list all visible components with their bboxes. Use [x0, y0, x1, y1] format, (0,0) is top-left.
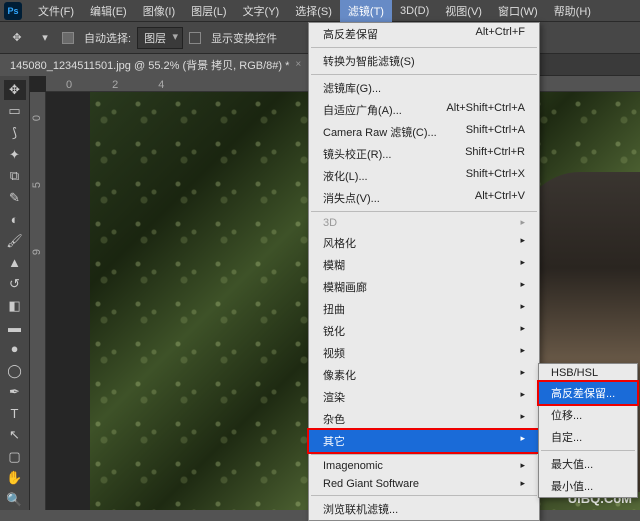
filter-other[interactable]: 其它	[309, 430, 539, 452]
menu-image[interactable]: 图像(I)	[135, 0, 183, 22]
transform-checkbox[interactable]	[189, 32, 201, 44]
auto-select-label: 自动选择:	[84, 30, 131, 46]
history-brush-tool[interactable]: ↺	[4, 274, 26, 294]
separator	[311, 74, 537, 75]
eyedropper-tool[interactable]: ✎	[4, 188, 26, 208]
filter-distort[interactable]: 扭曲	[309, 298, 539, 320]
filter-browse-online[interactable]: 浏览联机滤镜...	[309, 498, 539, 520]
filter-3d: 3D	[309, 214, 539, 232]
filter-lens-correction[interactable]: 镜头校正(R)...Shift+Ctrl+R	[309, 143, 539, 165]
close-icon[interactable]: ×	[295, 59, 301, 70]
sub-maximum[interactable]: 最大值...	[539, 453, 637, 475]
filter-camera-raw[interactable]: Camera Raw 滤镜(C)...Shift+Ctrl+A	[309, 121, 539, 143]
menu-3d[interactable]: 3D(D)	[392, 2, 437, 20]
filter-recent[interactable]: 高反差保留Alt+Ctrl+F	[309, 23, 539, 45]
filter-render[interactable]: 渲染	[309, 386, 539, 408]
filter-liquify[interactable]: 液化(L)...Shift+Ctrl+X	[309, 165, 539, 187]
move-tool-icon[interactable]: ✥	[6, 27, 28, 49]
filter-convert-smart[interactable]: 转换为智能滤镜(S)	[309, 50, 539, 72]
dodge-tool[interactable]: ◯	[4, 361, 26, 381]
sub-high-pass[interactable]: 高反差保留...	[539, 382, 637, 404]
filter-video[interactable]: 视频	[309, 342, 539, 364]
type-tool[interactable]: T	[4, 404, 26, 424]
menu-file[interactable]: 文件(F)	[30, 0, 82, 22]
document-tab[interactable]: 145080_1234511501.jpg @ 55.2% (背景 拷贝, RG…	[0, 54, 311, 76]
transform-label: 显示变换控件	[211, 30, 277, 46]
menu-help[interactable]: 帮助(H)	[546, 0, 599, 22]
separator	[311, 47, 537, 48]
layer-dropdown[interactable]: 图层	[137, 27, 183, 49]
highlight-box: 高反差保留...	[537, 380, 639, 406]
toolbox: ✥ ▭ ⟆ ✦ ⧉ ✎ ◐ 🖌 ▲ ↺ ◧ ▬ ● ◯ ✒ T ↖ ▢ ✋ 🔍	[0, 76, 30, 510]
filter-gallery[interactable]: 滤镜库(G)...	[309, 77, 539, 99]
lasso-tool[interactable]: ⟆	[4, 123, 26, 143]
other-submenu: HSB/HSL 高反差保留... 位移... 自定... 最大值... 最小值.…	[538, 363, 638, 498]
filter-adaptive-wide[interactable]: 自适应广角(A)...Alt+Shift+Ctrl+A	[309, 99, 539, 121]
auto-select-checkbox[interactable]	[62, 32, 74, 44]
wand-tool[interactable]: ✦	[4, 145, 26, 165]
separator	[311, 211, 537, 212]
separator	[311, 495, 537, 496]
menu-layer[interactable]: 图层(L)	[183, 0, 234, 22]
sub-custom[interactable]: 自定...	[539, 426, 637, 448]
heal-tool[interactable]: ◐	[4, 210, 26, 230]
eraser-tool[interactable]: ◧	[4, 296, 26, 316]
menu-select[interactable]: 选择(S)	[287, 0, 340, 22]
menu-filter[interactable]: 滤镜(T)	[340, 0, 392, 22]
menu-view[interactable]: 视图(V)	[437, 0, 490, 22]
document-title: 145080_1234511501.jpg @ 55.2% (背景 拷贝, RG…	[10, 57, 289, 73]
sub-minimum[interactable]: 最小值...	[539, 475, 637, 497]
shape-tool[interactable]: ▢	[4, 447, 26, 467]
hand-tool[interactable]: ✋	[4, 469, 26, 489]
filter-blur[interactable]: 模糊	[309, 254, 539, 276]
menu-window[interactable]: 窗口(W)	[490, 0, 546, 22]
filter-stylize[interactable]: 风格化	[309, 232, 539, 254]
brush-tool[interactable]: 🖌	[4, 231, 26, 251]
gradient-tool[interactable]: ▬	[4, 318, 26, 338]
app-logo: Ps	[4, 2, 22, 20]
filter-pixelate[interactable]: 像素化	[309, 364, 539, 386]
filter-vanishing-point[interactable]: 消失点(V)...Alt+Ctrl+V	[309, 187, 539, 209]
separator	[541, 450, 635, 451]
filter-sharpen[interactable]: 锐化	[309, 320, 539, 342]
separator	[311, 454, 537, 455]
marquee-tool[interactable]: ▭	[4, 102, 26, 122]
blur-tool[interactable]: ●	[4, 339, 26, 359]
menubar: Ps 文件(F) 编辑(E) 图像(I) 图层(L) 文字(Y) 选择(S) 滤…	[0, 0, 640, 22]
sub-offset[interactable]: 位移...	[539, 404, 637, 426]
crop-tool[interactable]: ⧉	[4, 166, 26, 186]
menu-type[interactable]: 文字(Y)	[235, 0, 288, 22]
path-tool[interactable]: ↖	[4, 426, 26, 446]
move-tool[interactable]: ✥	[4, 80, 26, 100]
zoom-tool[interactable]: 🔍	[4, 490, 26, 510]
filter-imagenomic[interactable]: Imagenomic	[309, 457, 539, 475]
pen-tool[interactable]: ✒	[4, 382, 26, 402]
highlight-box: 其它	[307, 428, 541, 454]
filter-dropdown: 高反差保留Alt+Ctrl+F 转换为智能滤镜(S) 滤镜库(G)... 自适应…	[308, 22, 540, 521]
filter-redgiant[interactable]: Red Giant Software	[309, 475, 539, 493]
menu-edit[interactable]: 编辑(E)	[82, 0, 135, 22]
tool-preset-icon[interactable]: ▾	[34, 27, 56, 49]
ruler-vertical: 059	[30, 92, 46, 510]
filter-blur-gallery[interactable]: 模糊画廊	[309, 276, 539, 298]
stamp-tool[interactable]: ▲	[4, 253, 26, 273]
filter-noise[interactable]: 杂色	[309, 408, 539, 430]
